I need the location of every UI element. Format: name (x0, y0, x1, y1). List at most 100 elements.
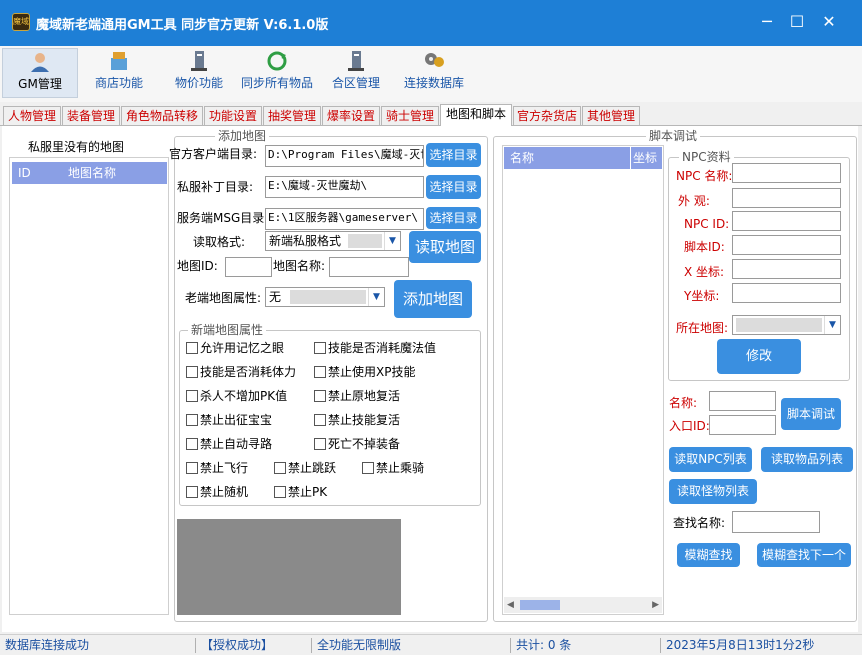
missing-maps-list[interactable]: ID 地图名称 (9, 157, 169, 615)
attr-checkbox[interactable]: 允许用记忆之眼 (186, 341, 284, 355)
fuzzy-search-button[interactable]: 模糊查找 (677, 543, 740, 567)
tab-character[interactable]: 人物管理 (3, 106, 61, 126)
read-item-list-button[interactable]: 读取物品列表 (761, 447, 853, 472)
npc-id-field[interactable] (732, 211, 841, 231)
patch-dir-field[interactable]: E:\魔域-灭世魔劫\ (265, 176, 424, 198)
old-attr-value: 无 (269, 290, 282, 304)
attr-checkbox[interactable]: 禁止原地复活 (314, 389, 400, 403)
toolbar-price-button[interactable]: 物价功能 (168, 48, 230, 98)
map-id-label: 地图ID: (177, 259, 218, 273)
shop-icon (107, 50, 131, 72)
tab-other[interactable]: 其他管理 (582, 106, 640, 126)
tab-settings[interactable]: 功能设置 (204, 106, 262, 126)
y-coord-field[interactable] (732, 283, 841, 303)
col-coord: 坐标Y (630, 147, 662, 191)
script-id-field[interactable] (732, 235, 841, 255)
chevron-down-icon: ▼ (384, 232, 400, 250)
read-monster-list-button[interactable]: 读取怪物列表 (669, 479, 757, 504)
window-title: 魔域新老端通用GM工具 同步官方更新 V:6.1.0版 (36, 18, 329, 33)
read-map-button[interactable]: 读取地图 (409, 231, 481, 263)
toolbar-sync-button[interactable]: 同步所有物品 (239, 48, 315, 98)
tab-knight[interactable]: 骑士管理 (381, 106, 439, 126)
map-name-field[interactable] (329, 257, 409, 277)
database-icon (422, 50, 446, 72)
attr-checkbox[interactable]: 禁止PK (274, 485, 327, 499)
maximize-button[interactable]: ☐ (785, 10, 809, 34)
read-format-value: 新端私服格式 (269, 234, 342, 248)
tab-map-script[interactable]: 地图和脚本 (440, 104, 512, 127)
script-id-label: 脚本ID: (684, 240, 725, 254)
tab-bar: 人物管理 装备管理 角色物品转移 功能设置 抽奖管理 爆率设置 骑士管理 地图和… (0, 104, 862, 127)
name-label: 名称: (669, 396, 698, 410)
tab-grocery[interactable]: 官方杂货店 (513, 106, 581, 126)
old-attr-select[interactable]: 无 ▼ (265, 287, 385, 307)
search-name-field[interactable] (732, 511, 820, 533)
msg-dir-field[interactable]: E:\1区服务器\gameserver\ (265, 208, 424, 230)
toolbar-merge-button[interactable]: 合区管理 (327, 48, 385, 98)
add-map-button[interactable]: 添加地图 (394, 280, 472, 318)
status-total: 共计: 0 条 (516, 638, 572, 652)
npc-info-title: NPC资料 (679, 150, 734, 164)
scroll-right-icon[interactable]: ▶ (652, 597, 659, 613)
x-coord-field[interactable] (732, 259, 841, 279)
read-format-select[interactable]: 新端私服格式 ▼ (265, 231, 401, 251)
col-name: 名称 (510, 151, 535, 165)
status-db: 数据库连接成功 (5, 638, 90, 652)
npc-name-field[interactable] (732, 163, 841, 183)
close-button[interactable]: ✕ (817, 10, 841, 34)
attr-checkbox[interactable]: 禁止自动寻路 (186, 437, 272, 451)
appearance-field[interactable] (732, 188, 841, 208)
tab-equipment[interactable]: 装备管理 (62, 106, 120, 126)
title-bar: 魔域 魔域新老端通用GM工具 同步官方更新 V:6.1.0版 ─ ☐ ✕ (0, 0, 862, 46)
attr-checkbox[interactable]: 禁止飞行 (186, 461, 248, 475)
server-icon (344, 50, 368, 72)
modify-button[interactable]: 修改 (717, 339, 801, 374)
attr-checkbox[interactable]: 禁止技能复活 (314, 413, 400, 427)
toolbar-shop-button[interactable]: 商店功能 (88, 48, 150, 98)
attr-checkbox[interactable]: 死亡不掉装备 (314, 437, 400, 451)
status-edition: 全功能无限制版 (317, 638, 402, 652)
horizontal-scrollbar[interactable]: ◀ ▶ (504, 597, 662, 613)
toolbar: GM管理 商店功能 物价功能 同步所有物品 合区管理 连接数据库 (0, 46, 862, 102)
toolbar-database-button[interactable]: 连接数据库 (401, 48, 467, 98)
sync-icon (265, 50, 289, 72)
entry-id-field[interactable] (709, 415, 776, 435)
tab-lottery[interactable]: 抽奖管理 (263, 106, 321, 126)
npc-name-label: NPC 名称: (676, 169, 733, 183)
npc-id-label: NPC ID: (684, 217, 730, 231)
map-name-label: 地图名称: (273, 259, 326, 273)
tab-droprate[interactable]: 爆率设置 (322, 106, 380, 126)
attr-checkbox[interactable]: 禁止随机 (186, 485, 248, 499)
fuzzy-search-next-button[interactable]: 模糊查找下一个 (757, 543, 851, 567)
read-npc-list-button[interactable]: 读取NPC列表 (669, 447, 752, 472)
scroll-thumb[interactable] (520, 600, 560, 610)
tab-item-transfer[interactable]: 角色物品转移 (121, 106, 203, 126)
y-coord-label: Y坐标: (684, 289, 720, 303)
appearance-label: 外 观: (678, 194, 710, 208)
toolbar-label: 商店功能 (94, 76, 143, 90)
choose-msg-dir-button[interactable]: 选择目录 (426, 207, 481, 229)
client-dir-field[interactable]: D:\Program Files\魔域-灭世 (265, 145, 424, 167)
script-debug-button[interactable]: 脚本调试 (781, 398, 841, 430)
attr-checkbox[interactable]: 禁止乘骑 (362, 461, 424, 475)
missing-maps-title: 私服里没有的地图 (28, 140, 125, 154)
map-preview (177, 519, 401, 615)
choose-client-dir-button[interactable]: 选择目录 (426, 143, 481, 167)
read-format-label: 读取格式: (193, 235, 246, 249)
toolbar-label: 同步所有物品 (240, 76, 313, 90)
name-field[interactable] (709, 391, 776, 411)
toolbar-gm-button[interactable]: GM管理 (2, 48, 78, 98)
attr-checkbox[interactable]: 技能是否消耗魔法值 (314, 341, 436, 355)
map-id-field[interactable] (225, 257, 272, 277)
map-select[interactable]: ▼ (732, 315, 841, 335)
attr-checkbox[interactable]: 技能是否消耗体力 (186, 365, 296, 379)
attr-checkbox[interactable]: 杀人不增加PK值 (186, 389, 287, 403)
attr-checkbox[interactable]: 禁止跳跃 (274, 461, 336, 475)
scroll-left-icon[interactable]: ◀ (507, 597, 514, 613)
minimize-button[interactable]: ─ (755, 10, 779, 34)
attr-checkbox[interactable]: 禁止使用XP技能 (314, 365, 415, 379)
attr-checkbox[interactable]: 禁止出征宝宝 (186, 413, 272, 427)
npc-list[interactable]: 名称 坐标Y ◀ ▶ (502, 145, 664, 615)
toolbar-label: 连接数据库 (403, 76, 464, 90)
choose-patch-dir-button[interactable]: 选择目录 (426, 175, 481, 199)
